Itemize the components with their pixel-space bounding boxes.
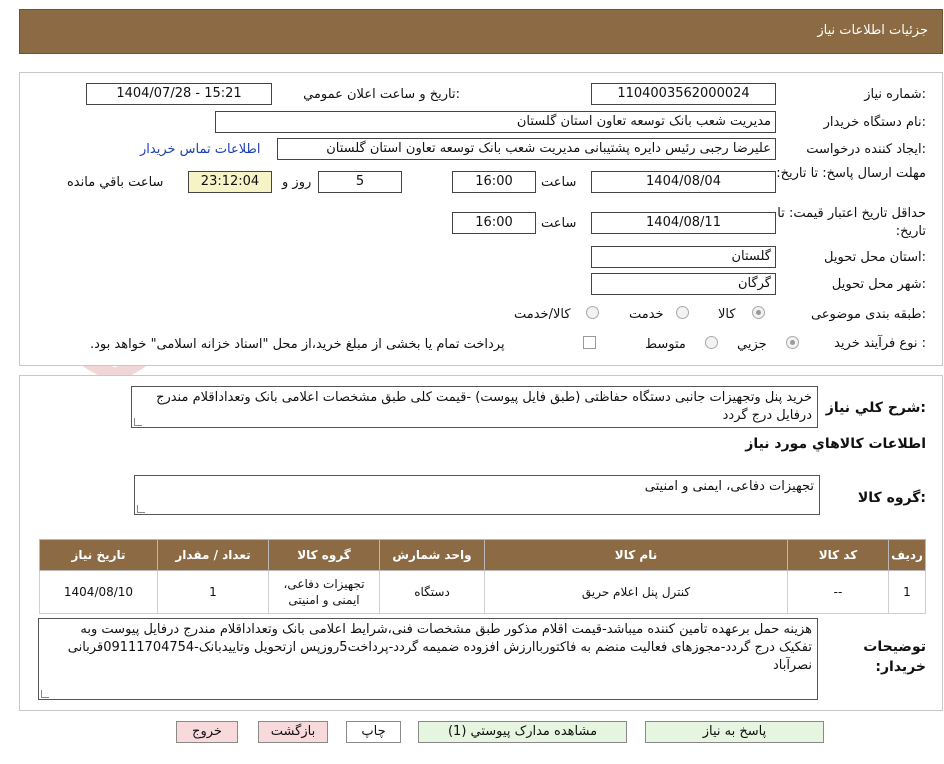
- page-title: جزئیات اطلاعات نیاز: [817, 23, 928, 38]
- general-description-field: خرید پنل وتجهیزات جانبی دستگاه حفاظتی (ط…: [131, 386, 818, 428]
- days-remaining-field: 5: [318, 171, 402, 193]
- remaining-time-field: 23:12:04: [188, 171, 272, 193]
- category-label: طبقه بندی موضوعی:: [810, 307, 926, 322]
- treasury-payment-note: پرداخت تمام یا بخشی از مبلغ خرید،از محل …: [90, 337, 505, 352]
- process-option-minor: جزیي: [737, 337, 767, 352]
- cell-row-number: 1: [888, 570, 926, 614]
- col-header-quantity: تعداد / مقدار: [157, 539, 269, 571]
- general-description-text: خرید پنل وتجهیزات جانبی دستگاه حفاظتی (ط…: [156, 390, 812, 423]
- treasury-payment-checkbox[interactable]: [583, 336, 596, 349]
- send-date-field: 1404/08/04: [591, 171, 776, 193]
- buyer-notes-text: هزینه حمل برعهده تامین کننده میباشد-قیمت…: [67, 622, 812, 673]
- province-label: استان محل تحویل:: [824, 250, 926, 265]
- view-attachments-button[interactable]: مشاهده مدارک پیوستي (1): [418, 721, 627, 743]
- cell-goods-name: کنترل پنل اعلام حریق: [484, 570, 788, 614]
- days-label: روز و: [282, 175, 312, 190]
- price-validity-label: حداقل تاریخ اعتبار قیمت: تا تاریخ:: [777, 206, 926, 239]
- process-radio-medium[interactable]: [705, 336, 718, 349]
- announce-datetime-field: 1404/07/28 - 15:21: [86, 83, 272, 105]
- send-time-label: ساعت: [541, 175, 577, 190]
- items-section-title: اطلاعات کالاهاي مورد نیاز: [745, 436, 926, 452]
- province-field: گلستان: [591, 246, 776, 268]
- category-option-goods-service: کالا/خدمت: [514, 307, 571, 322]
- cell-goods-group: تجهیزات دفاعی، ایمنی و امنیتی: [268, 570, 380, 614]
- need-number-field: 1104003562000024: [591, 83, 776, 105]
- city-label: شهر محل تحویل:: [831, 277, 926, 292]
- col-header-goods-name: نام کالا: [484, 539, 788, 571]
- buyer-notes-label: توضیحات خریدار:: [863, 639, 926, 675]
- city-field: گرگان: [591, 273, 776, 295]
- requester-label: ایجاد کننده درخواست:: [806, 142, 926, 157]
- resize-grip-icon[interactable]: [41, 690, 49, 698]
- process-option-medium: متوسط: [645, 337, 686, 352]
- table-header-row: ردیف کد کالا نام کالا واحد شمارش گروه کا…: [39, 539, 926, 571]
- buyer-org-label: نام دستگاه خریدار:: [823, 115, 926, 130]
- send-deadline-label: مهلت ارسال پاسخ: تا تاریخ:: [776, 166, 926, 181]
- exit-button[interactable]: خروج: [176, 721, 238, 743]
- col-header-need-date: تاریخ نیاز: [39, 539, 158, 571]
- remaining-time-label: ساعت باقي مانده: [67, 175, 164, 190]
- col-header-goods-group: گروه کالا: [268, 539, 380, 571]
- resize-grip-icon[interactable]: [137, 505, 145, 513]
- send-time-field: 16:00: [452, 171, 536, 193]
- announce-datetime-label: تاریخ و ساعت اعلان عمومي:: [303, 87, 460, 102]
- resize-grip-icon[interactable]: [134, 418, 142, 426]
- cell-unit: دستگاه: [379, 570, 485, 614]
- buyer-contact-link[interactable]: اطلاعات تماس خریدار: [140, 142, 260, 157]
- validity-time-label: ساعت: [541, 216, 577, 231]
- general-description-label: شرح کلي نیاز:: [825, 400, 926, 416]
- col-header-goods-code: کد کالا: [787, 539, 889, 571]
- process-type-label: نوع فرآیند خرید :: [834, 336, 926, 351]
- goods-group-label: گروه کالا:: [857, 490, 926, 506]
- items-table: ردیف کد کالا نام کالا واحد شمارش گروه کا…: [39, 539, 926, 614]
- cell-goods-code: --: [787, 570, 889, 614]
- page-header: جزئیات اطلاعات نیاز: [19, 9, 943, 54]
- category-option-service: خدمت: [629, 307, 664, 322]
- category-option-goods: کالا: [718, 307, 736, 322]
- goods-group-field: تجهیزات دفاعی، ایمنی و امنیتی: [134, 475, 820, 515]
- buyer-org-field: مدیریت شعب بانک توسعه تعاون استان گلستان: [215, 111, 776, 133]
- table-row: 1 -- کنترل پنل اعلام حریق دستگاه تجهیزات…: [39, 570, 926, 614]
- need-number-label: شماره نیاز:: [864, 87, 926, 102]
- requester-field: علیرضا رجبی رئیس دایره پشتیبانی مدیریت ش…: [277, 138, 776, 160]
- print-button[interactable]: چاپ: [346, 721, 401, 743]
- col-header-unit: واحد شمارش: [379, 539, 485, 571]
- category-radio-goods[interactable]: [752, 306, 765, 319]
- validity-date-field: 1404/08/11: [591, 212, 776, 234]
- category-radio-goods-service[interactable]: [586, 306, 599, 319]
- process-radio-minor[interactable]: [786, 336, 799, 349]
- buyer-notes-field: هزینه حمل برعهده تامین کننده میباشد-قیمت…: [38, 618, 818, 700]
- col-header-row-number: ردیف: [888, 539, 926, 571]
- goods-group-text: تجهیزات دفاعی، ایمنی و امنیتی: [644, 479, 814, 494]
- category-radio-service[interactable]: [676, 306, 689, 319]
- validity-time-field: 16:00: [452, 212, 536, 234]
- reply-to-need-button[interactable]: پاسخ به نیاز: [645, 721, 824, 743]
- cell-need-date: 1404/08/10: [39, 570, 158, 614]
- back-button[interactable]: بازگشت: [258, 721, 328, 743]
- cell-quantity: 1: [157, 570, 269, 614]
